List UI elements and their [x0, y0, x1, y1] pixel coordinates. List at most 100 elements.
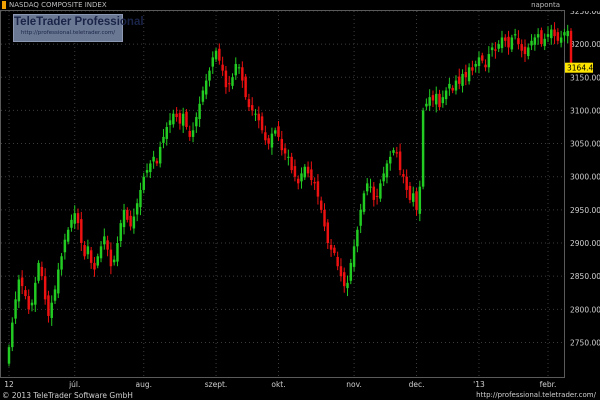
candle-body [487, 54, 491, 68]
candle-body [86, 246, 90, 255]
candle-body [129, 215, 132, 227]
candle-body [553, 29, 556, 37]
candle-body [402, 174, 405, 177]
candle-body [244, 76, 247, 98]
candle-body [369, 186, 372, 188]
candle-body [481, 55, 484, 61]
candle-body [241, 67, 244, 81]
candle-body [540, 30, 543, 45]
candle-body [132, 216, 136, 229]
candle-body [47, 295, 50, 316]
candle-body [267, 138, 270, 144]
candle-body [435, 93, 438, 105]
candle-body [188, 130, 191, 137]
candle-body [441, 97, 445, 104]
candle-body [477, 57, 481, 66]
y-tick-label: 3050.00 [570, 140, 600, 149]
candle-body [273, 130, 277, 134]
candle-body [227, 83, 231, 85]
chart-header-bar: NASDAQ COMPOSITE INDEX naponta [0, 0, 600, 10]
candle-body [296, 178, 300, 184]
candle-body [221, 64, 224, 71]
candle-body [458, 76, 461, 84]
candle-body [66, 229, 70, 242]
candle-body [283, 148, 287, 154]
footer-url-link[interactable]: http://professional.teletrader.com/ [476, 391, 596, 399]
candle-body [563, 32, 566, 36]
chart-plot-area[interactable]: 2750.00 2800.00 2850.00 2900.00 2950.00 3000.… [0, 10, 600, 389]
candle-body [155, 160, 159, 164]
candle-body [300, 173, 303, 182]
candle-body [149, 163, 152, 173]
candle-body [336, 256, 339, 267]
candle-body [76, 213, 80, 224]
candle-body [24, 290, 27, 297]
candle-body [329, 245, 333, 250]
candle-body [122, 209, 126, 228]
candle-body [96, 256, 99, 266]
candle-body [191, 130, 195, 137]
candle-body [181, 113, 185, 126]
candle-body [504, 37, 507, 41]
x-tick-label: dec. [409, 380, 425, 389]
candle-body [461, 73, 464, 86]
candle-body [135, 203, 139, 215]
y-tick-label: 3000.00 [570, 173, 600, 182]
candle-body [277, 126, 280, 137]
candle-body [63, 239, 67, 253]
candle-body [50, 302, 53, 318]
x-tick-label: aug. [135, 380, 152, 389]
candle-body [103, 236, 106, 245]
x-tick-label: júl. [68, 380, 80, 389]
copyright-text: © 2013 TeleTrader Software GmbH [2, 391, 133, 400]
candle-body [17, 279, 21, 302]
candle-body [208, 70, 211, 81]
candle-body [425, 103, 428, 107]
candle-body [89, 250, 93, 263]
candle-body [73, 213, 76, 224]
candle-body [392, 150, 395, 153]
candle-body [454, 80, 458, 91]
candle-body [448, 83, 451, 89]
candle-body [543, 38, 546, 47]
candle-body [356, 229, 359, 247]
candle-body [467, 67, 471, 82]
x-tick-label: nov. [346, 380, 362, 389]
last-value-label: 3164.41 [567, 64, 598, 73]
candle-body [57, 269, 60, 294]
candle-body [175, 113, 178, 118]
candle-body [550, 29, 553, 39]
candle-body [260, 116, 264, 131]
candle-body [497, 44, 500, 49]
period-label[interactable]: naponta [531, 0, 560, 10]
candle-body [40, 266, 44, 277]
x-tick-label: febr. [540, 380, 557, 389]
candle-body [99, 246, 103, 259]
candle-body [106, 240, 109, 250]
candle-body [60, 256, 63, 270]
candle-body [408, 185, 412, 200]
candle-body [342, 272, 346, 287]
candle-body [214, 50, 218, 60]
y-tick-label: 2800.00 [570, 305, 600, 314]
candle-body [464, 71, 468, 78]
candle-body [53, 289, 57, 301]
candle-body [421, 110, 425, 187]
candle-body [316, 181, 320, 197]
candle-body [349, 262, 353, 281]
candle-body [195, 117, 198, 127]
candle-body [204, 80, 208, 95]
candle-body [451, 87, 454, 91]
candle-body [145, 170, 149, 173]
candle-body [319, 200, 323, 210]
candle-body [287, 156, 290, 158]
x-tick-label: szept. [205, 380, 228, 389]
price-chart-svg[interactable]: 2750.00 2800.00 2850.00 2900.00 2950.00 3000.… [1, 11, 600, 391]
y-tick-label: 2750.00 [570, 338, 600, 347]
candle-body [139, 189, 142, 208]
candle-body [303, 166, 307, 178]
y-tick-label: 3150.00 [570, 73, 600, 82]
candle-body [569, 30, 573, 68]
y-tick-label: 3250.00 [570, 11, 600, 16]
candle-body [14, 299, 17, 319]
